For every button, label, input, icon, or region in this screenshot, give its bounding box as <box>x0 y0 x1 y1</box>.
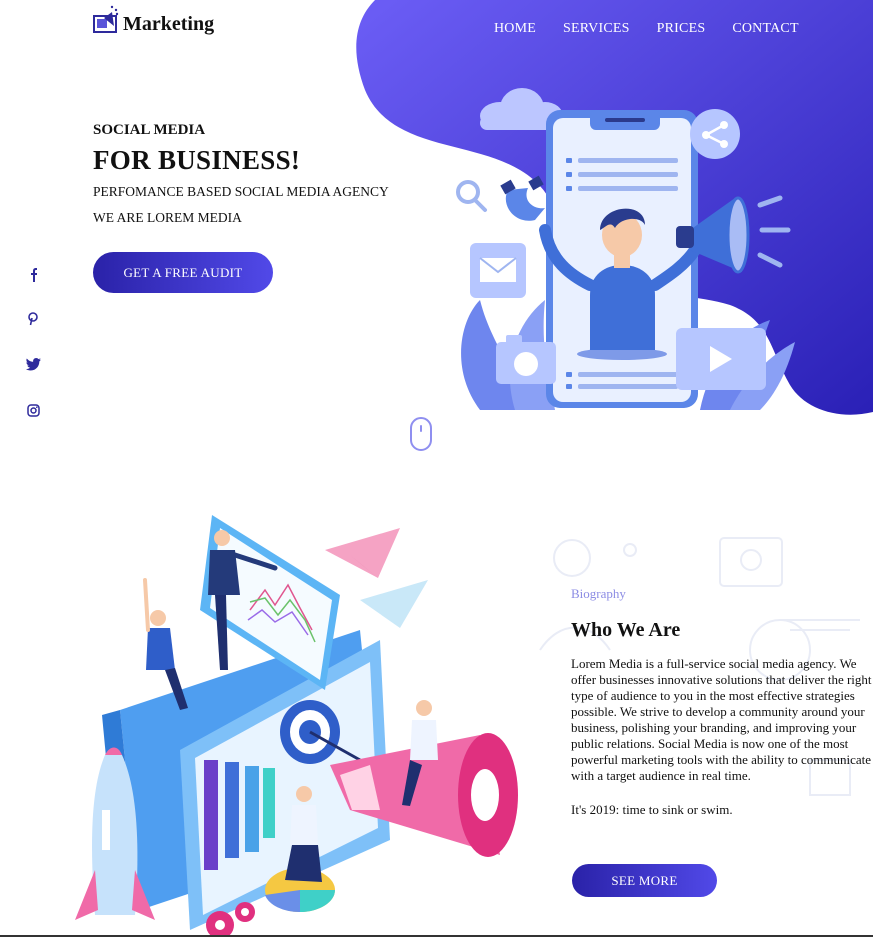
hero-headline: FOR BUSINESS! <box>93 145 301 175</box>
facebook-icon[interactable] <box>24 268 42 287</box>
video-play-icon <box>676 328 766 390</box>
about-title: Who We Are <box>571 619 681 641</box>
pinterest-icon[interactable] <box>24 312 42 331</box>
nav-contact[interactable]: CONTACT <box>732 21 798 37</box>
nav-home[interactable]: HOME <box>494 21 536 37</box>
camera-icon <box>496 335 556 384</box>
mail-icon <box>470 243 526 298</box>
about-paragraph-2: It's 2019: time to sink or swim. <box>571 802 733 817</box>
logo-text: Marketing <box>123 13 215 35</box>
person-figure <box>143 578 188 710</box>
about-paragraph: Lorem Media is a full-service social med… <box>571 656 872 783</box>
see-more-button[interactable]: SEE MORE <box>572 864 717 897</box>
scroll-down-mouse-icon[interactable] <box>410 417 432 451</box>
instagram-icon[interactable] <box>24 404 42 422</box>
share-icon <box>690 109 740 159</box>
logo-icon <box>93 5 119 33</box>
nav-prices[interactable]: PRICES <box>657 21 706 37</box>
hero-subtitle: PERFOMANCE BASED SOCIAL MEDIA AGENCY <box>93 184 389 199</box>
magnet-icon <box>500 175 545 221</box>
search-icon <box>456 180 487 212</box>
hero-eyebrow: SOCIAL MEDIA <box>93 122 206 138</box>
nav-services[interactable]: SERVICES <box>563 21 630 37</box>
about-illustration <box>75 515 518 935</box>
about-eyebrow: Biography <box>571 586 626 601</box>
hero-illustration <box>456 88 795 410</box>
hero-tagline: WE ARE LOREM MEDIA <box>93 210 242 225</box>
twitter-icon[interactable] <box>24 358 42 376</box>
main-nav: HOME SERVICES PRICES CONTACT <box>494 21 799 37</box>
paper-plane-icon <box>325 528 428 628</box>
logo[interactable]: Marketing <box>92 4 214 36</box>
free-audit-button[interactable]: GET A FREE AUDIT <box>93 252 273 293</box>
